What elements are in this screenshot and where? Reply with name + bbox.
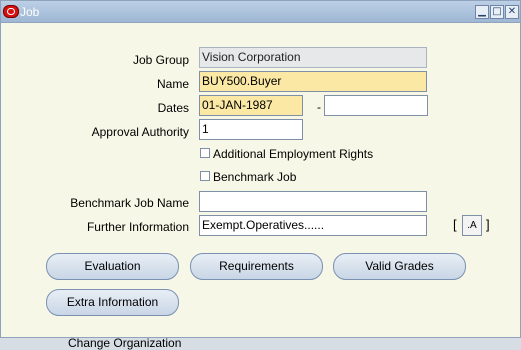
evaluation-button[interactable]: Evaluation — [46, 253, 179, 280]
benchmark-job-name-field[interactable] — [199, 191, 427, 212]
background-label: Change Organization — [68, 336, 182, 350]
oracle-logo-icon — [3, 5, 19, 18]
benchmark-job-checkbox[interactable] — [200, 171, 210, 181]
minimize-icon[interactable]: ▁ — [475, 5, 489, 19]
approval-authority-field[interactable]: 1 — [199, 119, 303, 140]
name-field[interactable]: BUY500.Buyer — [199, 71, 427, 92]
further-information-label: Further Information — [86, 220, 189, 234]
job-group-field[interactable]: Vision Corporation — [199, 47, 427, 68]
valid-grades-button[interactable]: Valid Grades — [333, 253, 466, 280]
further-information-field[interactable]: Exempt.Operatives...... — [199, 215, 427, 236]
name-label: Name — [156, 77, 189, 91]
descriptive-flexfield-button[interactable]: .A — [462, 215, 482, 236]
approval-authority-label: Approval Authority — [91, 125, 189, 139]
job-group-label: Job Group — [132, 53, 189, 67]
flex-bracket-close: ] — [486, 217, 490, 232]
date-separator: - — [317, 100, 321, 114]
title-bar[interactable]: Job ▁ □ ✕ — [1, 1, 520, 23]
job-window: Job ▁ □ ✕ Job Group Vision Corporation N… — [0, 0, 521, 338]
flex-bracket-open: [ — [453, 217, 457, 232]
extra-information-button[interactable]: Extra Information — [46, 289, 179, 316]
close-icon[interactable]: ✕ — [505, 5, 519, 19]
dates-label: Dates — [157, 101, 189, 115]
additional-employment-rights-checkbox[interactable] — [200, 148, 210, 158]
requirements-button[interactable]: Requirements — [190, 253, 323, 280]
window-title: Job — [20, 5, 40, 19]
date-to-field[interactable] — [324, 95, 428, 116]
maximize-icon[interactable]: □ — [490, 5, 504, 19]
benchmark-job-label: Benchmark Job — [213, 170, 297, 184]
additional-employment-rights-label: Additional Employment Rights — [213, 147, 374, 161]
date-from-field[interactable]: 01-JAN-1987 — [199, 95, 303, 116]
benchmark-job-name-label: Benchmark Job Name — [70, 196, 189, 210]
